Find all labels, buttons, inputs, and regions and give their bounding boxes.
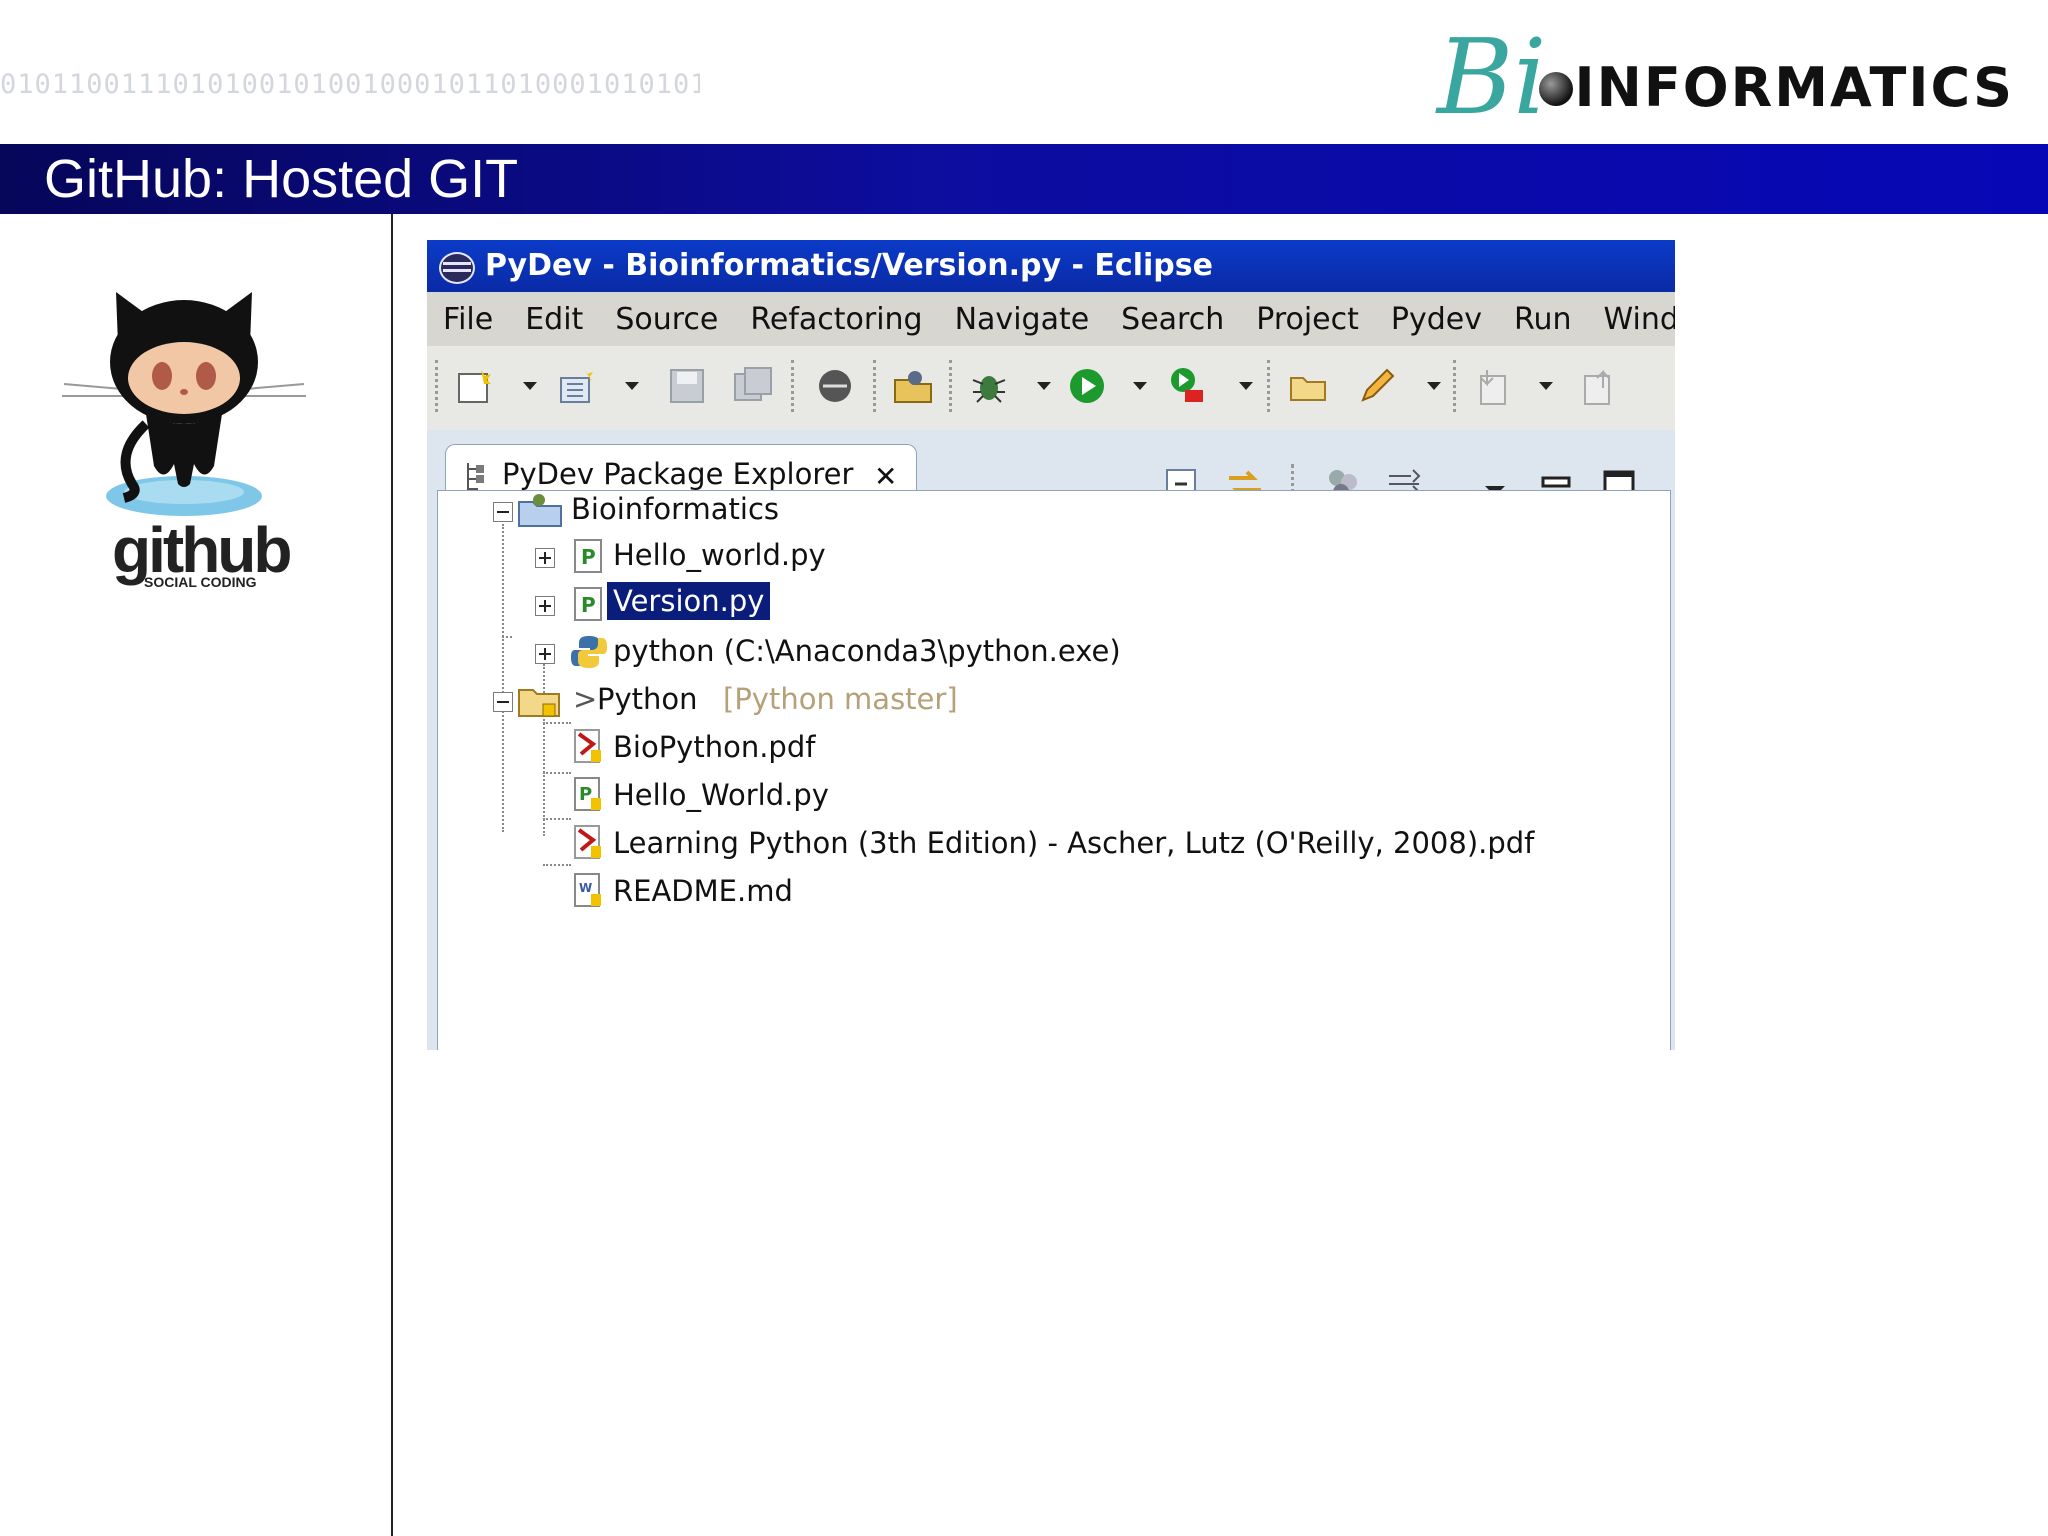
eclipse-icon [439, 252, 475, 284]
tree-item-version-py[interactable]: P Version.py [437, 582, 1237, 628]
menu-source[interactable]: Source [615, 302, 718, 337]
menu-window[interactable]: Window [1604, 302, 1675, 337]
tree-label: Bioinformatics [571, 492, 779, 526]
edit-dropdown-icon[interactable] [1427, 382, 1441, 390]
tree-label: Hello_world.py [613, 538, 826, 572]
github-tagline: SOCIAL CODING [144, 574, 257, 590]
debug-dropdown-icon[interactable] [1037, 382, 1051, 390]
menu-pydev[interactable]: Pydev [1391, 302, 1482, 337]
divider [391, 214, 393, 1536]
menu-search[interactable]: Search [1121, 302, 1224, 337]
markdown-file-icon: W [574, 873, 601, 907]
menu-file[interactable]: File [443, 302, 493, 337]
expand-icon[interactable] [535, 596, 555, 616]
menu-edit[interactable]: Edit [525, 302, 583, 337]
tree-label: README.md [613, 874, 793, 908]
tree-line [543, 772, 571, 774]
python-file-icon: P [574, 539, 602, 573]
toolbar [427, 346, 1675, 431]
tree-item-hello-world-py-2[interactable]: P Hello_World.py [437, 776, 1337, 820]
save-all-icon[interactable] [733, 366, 773, 406]
binary-background: 0101100111010100101001000101101000101010… [0, 0, 700, 142]
bioinformatics-logo: Bi INFORMATICS [1437, 22, 2014, 132]
toolbar-separator [873, 360, 879, 412]
expand-icon[interactable] [535, 548, 555, 568]
view-area: PyDev Package Explorer ✕ Bioinformatics [427, 430, 1675, 1050]
tree-item-learning-python-pdf[interactable]: Learning Python (3th Edition) - Ascher, … [437, 824, 1537, 868]
logo-bi: Bi [1436, 16, 1547, 138]
tree-item-biopython-pdf[interactable]: BioPython.pdf [437, 728, 1337, 772]
tree-label-selected: Version.py [607, 582, 771, 620]
github-wordmark: github [112, 514, 292, 586]
octocat-icon [62, 292, 306, 516]
svg-text:P: P [579, 784, 592, 805]
tree-label: python (C:\Anaconda3\python.exe) [613, 634, 1121, 668]
pdf-file-icon [574, 825, 601, 859]
prev-annotation-icon[interactable] [1577, 366, 1617, 406]
git-branch-decoration: [Python master] [723, 682, 958, 716]
menu-run[interactable]: Run [1514, 302, 1572, 337]
tree-item-python-interpreter[interactable]: python (C:\Anaconda3\python.exe) [437, 632, 1337, 676]
open-type-icon[interactable] [893, 366, 933, 406]
slide-title-bar: GitHub: Hosted GIT [0, 144, 2048, 214]
run-dropdown-icon[interactable] [1133, 382, 1147, 390]
git-prefix: > [573, 682, 598, 716]
toolbar-separator [1267, 360, 1273, 412]
toolbar-separator [949, 360, 955, 412]
external-tools-icon[interactable] [1167, 366, 1207, 406]
menu-navigate[interactable]: Navigate [955, 302, 1090, 337]
window-title-bar: PyDev - Bioinformatics/Version.py - Ecli… [427, 240, 1675, 292]
expand-icon[interactable] [535, 644, 555, 664]
tree-item-readme-md[interactable]: W README.md [437, 872, 1337, 916]
binary-line: 0101100111010100101001000101101000101010… [0, 69, 700, 100]
new-project-dropdown-icon[interactable] [625, 382, 639, 390]
menu-bar: File Edit Source Refactoring Navigate Se… [427, 292, 1675, 346]
new-project-icon[interactable] [557, 366, 597, 406]
save-icon[interactable] [667, 366, 707, 406]
next-annotation-icon[interactable] [1473, 366, 1513, 406]
pdf-file-icon [574, 729, 601, 763]
tree-item-hello-world-py[interactable]: P Hello_world.py [437, 536, 1237, 580]
tree-label: Learning Python (3th Edition) - Ascher, … [613, 826, 1535, 860]
menu-refactoring[interactable]: Refactoring [750, 302, 922, 337]
git-project-folder-icon [518, 689, 560, 717]
annotation-dropdown-icon[interactable] [1539, 382, 1553, 390]
tree-label: Hello_World.py [613, 778, 829, 812]
collapse-icon[interactable] [493, 502, 513, 522]
toolbar-separator [435, 360, 441, 412]
svg-text:P: P [581, 545, 596, 569]
tree-item-bioinformatics[interactable]: Bioinformatics [437, 490, 1237, 534]
close-tab-icon[interactable]: ✕ [874, 463, 897, 491]
debug-icon[interactable] [969, 366, 1009, 406]
open-folder-icon[interactable] [1289, 366, 1329, 406]
tree-item-python-repo[interactable]: > Python [Python master] [437, 680, 1337, 724]
tab-label: PyDev Package Explorer [502, 457, 854, 491]
package-tree: Bioinformatics P Hello_world.py P Versio… [437, 490, 1669, 1050]
new-dropdown-icon[interactable] [523, 382, 537, 390]
menu-project[interactable]: Project [1256, 302, 1359, 337]
tree-label: Python [597, 682, 698, 716]
tree-label: BioPython.pdf [613, 730, 816, 764]
python-file-icon: P [574, 777, 601, 811]
window-title: PyDev - Bioinformatics/Version.py - Ecli… [485, 248, 1213, 283]
logo-ball-icon [1538, 72, 1573, 106]
toolbar-separator [791, 360, 797, 412]
svg-text:P: P [581, 593, 596, 617]
logo-informatics: INFORMATICS [1574, 55, 2014, 119]
run-icon[interactable] [1067, 366, 1107, 406]
python-logo-icon [571, 636, 607, 668]
toolbar-separator [1453, 360, 1459, 412]
package-explorer-icon [467, 463, 484, 491]
collapse-icon[interactable] [493, 692, 513, 712]
slide-title: GitHub: Hosted GIT [44, 149, 519, 209]
eclipse-window: PyDev - Bioinformatics/Version.py - Ecli… [427, 240, 1675, 1050]
external-tools-dropdown-icon[interactable] [1239, 382, 1253, 390]
python-console-icon[interactable] [815, 366, 855, 406]
python-file-icon: P [574, 587, 602, 621]
pydev-project-icon [518, 494, 562, 527]
svg-text:W: W [579, 881, 592, 895]
new-file-icon[interactable] [455, 366, 495, 406]
edit-pencil-icon[interactable] [1357, 366, 1397, 406]
